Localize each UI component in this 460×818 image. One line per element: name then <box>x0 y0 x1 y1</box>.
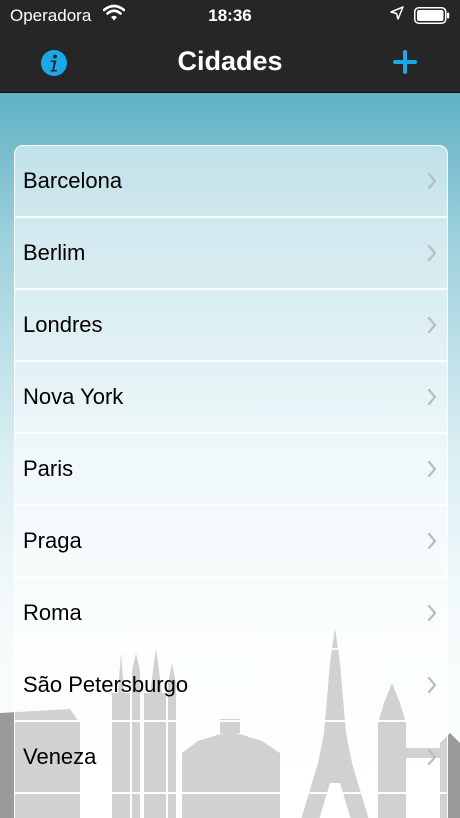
list-item[interactable]: Roma <box>15 578 447 650</box>
city-name: Veneza <box>23 744 97 769</box>
main-content: Barcelona Berlim Londres Nova York Paris Prag… <box>0 93 460 818</box>
city-name: Londres <box>23 312 103 337</box>
list-item[interactable]: Barcelona <box>15 146 447 218</box>
list-item[interactable]: Nova York <box>15 362 447 434</box>
chevron-right-icon <box>427 676 437 694</box>
chevron-right-icon <box>427 316 437 334</box>
chevron-right-icon <box>427 604 437 622</box>
chevron-right-icon <box>427 172 437 190</box>
wifi-icon <box>103 4 125 21</box>
chevron-right-icon <box>427 388 437 406</box>
navigation-bar: Cidades <box>0 32 460 93</box>
page-title: Cidades <box>177 46 283 76</box>
list-item[interactable]: Paris <box>15 434 447 506</box>
carrier-label: Operadora <box>10 6 92 25</box>
status-bar: Operadora 18:36 <box>0 0 460 32</box>
list-item[interactable]: Berlim <box>15 218 447 290</box>
chevron-right-icon <box>427 532 437 550</box>
city-name: Nova York <box>23 384 124 409</box>
location-arrow-icon <box>390 6 404 20</box>
city-name: Barcelona <box>23 168 123 193</box>
list-item[interactable]: Londres <box>15 290 447 362</box>
city-list: Barcelona Berlim Londres Nova York Paris Prag… <box>14 145 448 818</box>
info-icon[interactable] <box>40 49 68 77</box>
chevron-right-icon <box>427 460 437 478</box>
chevron-right-icon <box>427 748 437 766</box>
city-name: Roma <box>23 600 82 625</box>
battery-icon <box>414 7 450 24</box>
chevron-right-icon <box>427 244 437 262</box>
city-name: Praga <box>23 528 82 553</box>
add-city-button[interactable] <box>392 49 418 75</box>
list-item[interactable]: Veneza <box>15 722 447 794</box>
list-item[interactable]: São Petersburgo <box>15 650 447 722</box>
city-name: São Petersburgo <box>23 672 189 697</box>
city-name: Paris <box>23 456 74 481</box>
city-name: Berlim <box>23 240 86 265</box>
list-item[interactable]: Praga <box>15 506 447 578</box>
